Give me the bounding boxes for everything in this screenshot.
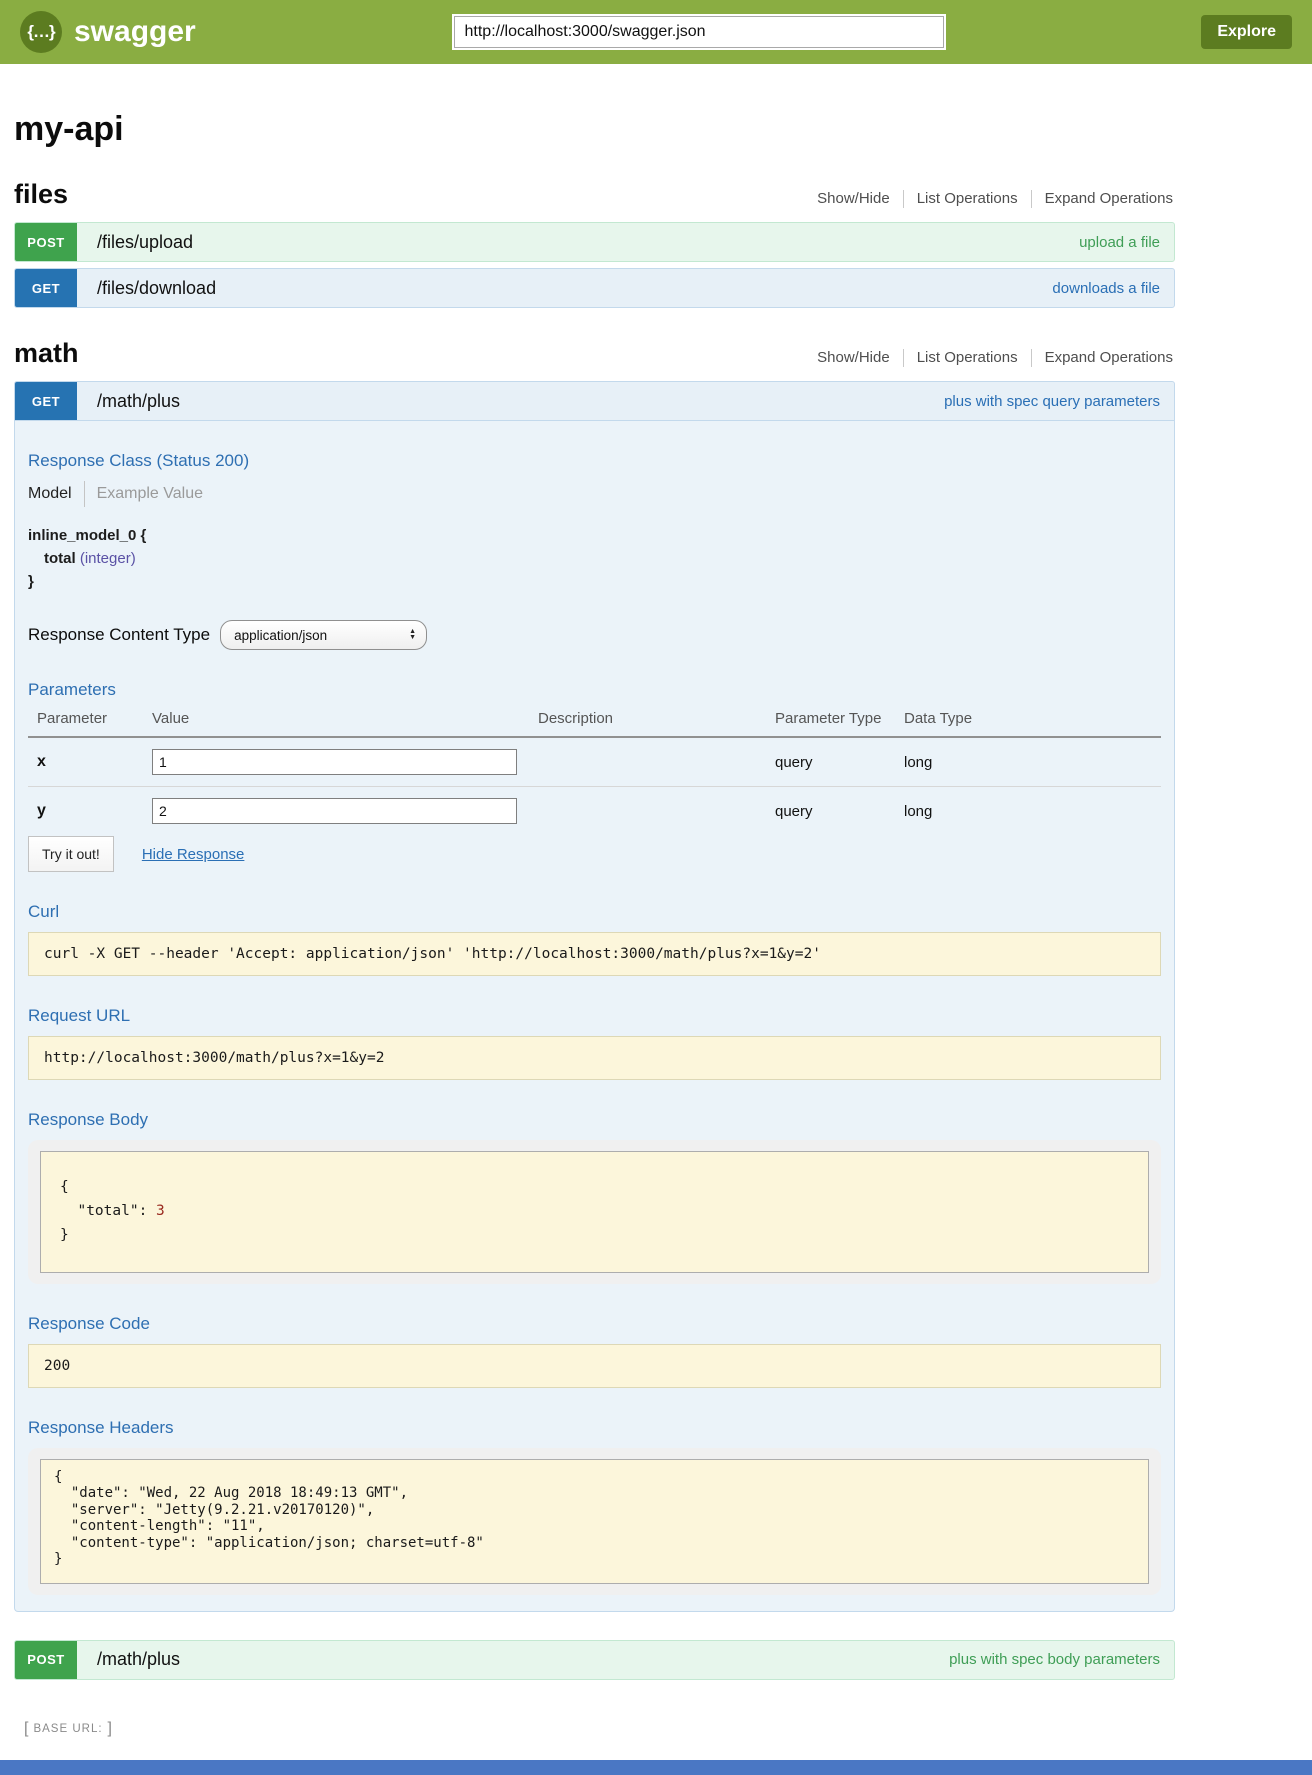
- table-header-row: Parameter Value Description Parameter Ty…: [28, 706, 1161, 737]
- list-operations-link[interactable]: List Operations: [904, 190, 1031, 207]
- endpoint-path-link[interactable]: /math/plus: [77, 382, 180, 420]
- parameters-table: Parameter Value Description Parameter Ty…: [28, 706, 1161, 828]
- hide-response-link[interactable]: Hide Response: [142, 846, 245, 863]
- model-declaration: inline_model_0 {: [28, 527, 1161, 544]
- spec-url-input[interactable]: [454, 16, 944, 48]
- base-url-label: BASE URL:: [33, 1723, 102, 1735]
- json-text: { "total":: [60, 1179, 156, 1219]
- param-data-type: long: [904, 803, 932, 820]
- bracket: ]: [108, 1720, 112, 1738]
- response-body-block: { "total": 3 }: [28, 1140, 1161, 1284]
- column-header-parameter-type: Parameter Type: [775, 706, 904, 737]
- response-code-value: 200: [28, 1344, 1161, 1388]
- method-badge-get: GET: [15, 382, 77, 420]
- content: my-api files Show/Hide List Operations E…: [14, 64, 1175, 1738]
- response-body-json: { "total": 3 }: [40, 1151, 1149, 1273]
- section-files-title[interactable]: files: [14, 179, 68, 210]
- param-data-type: long: [904, 754, 932, 771]
- response-content-type-row: Response Content Type application/json ▲…: [28, 620, 1161, 650]
- request-url-value: http://localhost:3000/math/plus?x=1&y=2: [28, 1036, 1161, 1080]
- selected-content-type: application/json: [234, 628, 327, 643]
- response-headers-heading: Response Headers: [28, 1418, 1161, 1438]
- show-hide-link[interactable]: Show/Hide: [804, 190, 903, 207]
- swagger-logo-icon: {…}: [20, 11, 62, 53]
- parameters-heading: Parameters: [28, 680, 1161, 700]
- base-url-footer: [ BASE URL: ]: [24, 1720, 1175, 1738]
- model-property: total (integer): [28, 550, 1161, 567]
- model-tabs: Model Example Value: [28, 481, 1161, 507]
- param-name: y: [37, 802, 46, 819]
- endpoint-post-files-upload[interactable]: POST /files/upload upload a file: [14, 222, 1175, 262]
- endpoint-get-files-download[interactable]: GET /files/download downloads a file: [14, 268, 1175, 308]
- request-url-heading: Request URL: [28, 1006, 1161, 1026]
- method-badge-post: POST: [15, 1641, 77, 1679]
- bottom-bar: [0, 1760, 1312, 1775]
- show-hide-link[interactable]: Show/Hide: [804, 349, 903, 366]
- param-name: x: [37, 753, 46, 770]
- response-body-heading: Response Body: [28, 1110, 1161, 1130]
- model-close-brace: }: [28, 573, 1161, 590]
- column-header-parameter: Parameter: [28, 706, 152, 737]
- response-class-heading: Response Class (Status 200): [28, 451, 1161, 471]
- topbar: {…} swagger Explore: [0, 0, 1312, 64]
- endpoint-summary-link[interactable]: plus with spec query parameters: [944, 382, 1174, 420]
- response-content-type-label: Response Content Type: [28, 625, 210, 645]
- endpoint-path-link[interactable]: /math/plus: [77, 1641, 180, 1679]
- endpoint-summary-link[interactable]: downloads a file: [1052, 269, 1174, 307]
- section-math-header: math Show/Hide List Operations Expand Op…: [14, 338, 1175, 369]
- column-header-value: Value: [152, 706, 538, 737]
- list-operations-link[interactable]: List Operations: [904, 349, 1031, 366]
- expand-operations-link[interactable]: Expand Operations: [1032, 349, 1175, 366]
- tab-example-value[interactable]: Example Value: [97, 485, 203, 503]
- column-header-data-type: Data Type: [904, 706, 1161, 737]
- response-headers-json: { "date": "Wed, 22 Aug 2018 18:49:13 GMT…: [40, 1459, 1149, 1584]
- select-arrows-icon: ▲▼: [409, 629, 416, 641]
- divider: [84, 481, 85, 507]
- table-row: x query long: [28, 737, 1161, 787]
- tab-model[interactable]: Model: [28, 485, 72, 503]
- swagger-brand-link[interactable]: {…} swagger: [20, 11, 196, 53]
- section-files-controls: Show/Hide List Operations Expand Operati…: [804, 190, 1175, 208]
- response-code-heading: Response Code: [28, 1314, 1161, 1334]
- column-header-description: Description: [538, 706, 775, 737]
- model-signature: inline_model_0 { total (integer) }: [28, 527, 1161, 590]
- response-content-type-select[interactable]: application/json ▲▼: [220, 620, 427, 650]
- param-type: query: [775, 754, 813, 771]
- method-badge-get: GET: [15, 269, 77, 307]
- section-files-header: files Show/Hide List Operations Expand O…: [14, 179, 1175, 210]
- response-headers-block: { "date": "Wed, 22 Aug 2018 18:49:13 GMT…: [28, 1448, 1161, 1595]
- param-type: query: [775, 803, 813, 820]
- curl-heading: Curl: [28, 902, 1161, 922]
- operation-panel: Response Class (Status 200) Model Exampl…: [14, 421, 1175, 1612]
- section-math-controls: Show/Hide List Operations Expand Operati…: [804, 349, 1175, 367]
- method-badge-post: POST: [15, 223, 77, 261]
- explore-button[interactable]: Explore: [1201, 15, 1292, 49]
- endpoint-get-math-plus[interactable]: GET /math/plus plus with spec query para…: [14, 381, 1175, 421]
- curl-command: curl -X GET --header 'Accept: applicatio…: [28, 932, 1161, 976]
- endpoint-path-link[interactable]: /files/upload: [77, 223, 193, 261]
- param-x-value-input[interactable]: [152, 749, 517, 775]
- model-property-name: total: [44, 550, 76, 567]
- endpoint-summary-link[interactable]: upload a file: [1079, 223, 1174, 261]
- table-row: y query long: [28, 787, 1161, 829]
- try-row: Try it out! Hide Response: [28, 836, 1161, 872]
- expand-operations-link[interactable]: Expand Operations: [1032, 190, 1175, 207]
- param-y-value-input[interactable]: [152, 798, 517, 824]
- json-text: }: [60, 1227, 69, 1243]
- bracket: [: [24, 1720, 28, 1738]
- model-property-type: (integer): [80, 550, 136, 567]
- endpoint-post-math-plus[interactable]: POST /math/plus plus with spec body para…: [14, 1640, 1175, 1680]
- brand-name: swagger: [74, 15, 196, 49]
- try-it-out-button[interactable]: Try it out!: [28, 836, 114, 872]
- endpoint-summary-link[interactable]: plus with spec body parameters: [949, 1641, 1174, 1679]
- json-number: 3: [156, 1203, 165, 1219]
- section-math-title[interactable]: math: [14, 338, 79, 369]
- api-title: my-api: [14, 110, 1175, 149]
- endpoint-path-link[interactable]: /files/download: [77, 269, 216, 307]
